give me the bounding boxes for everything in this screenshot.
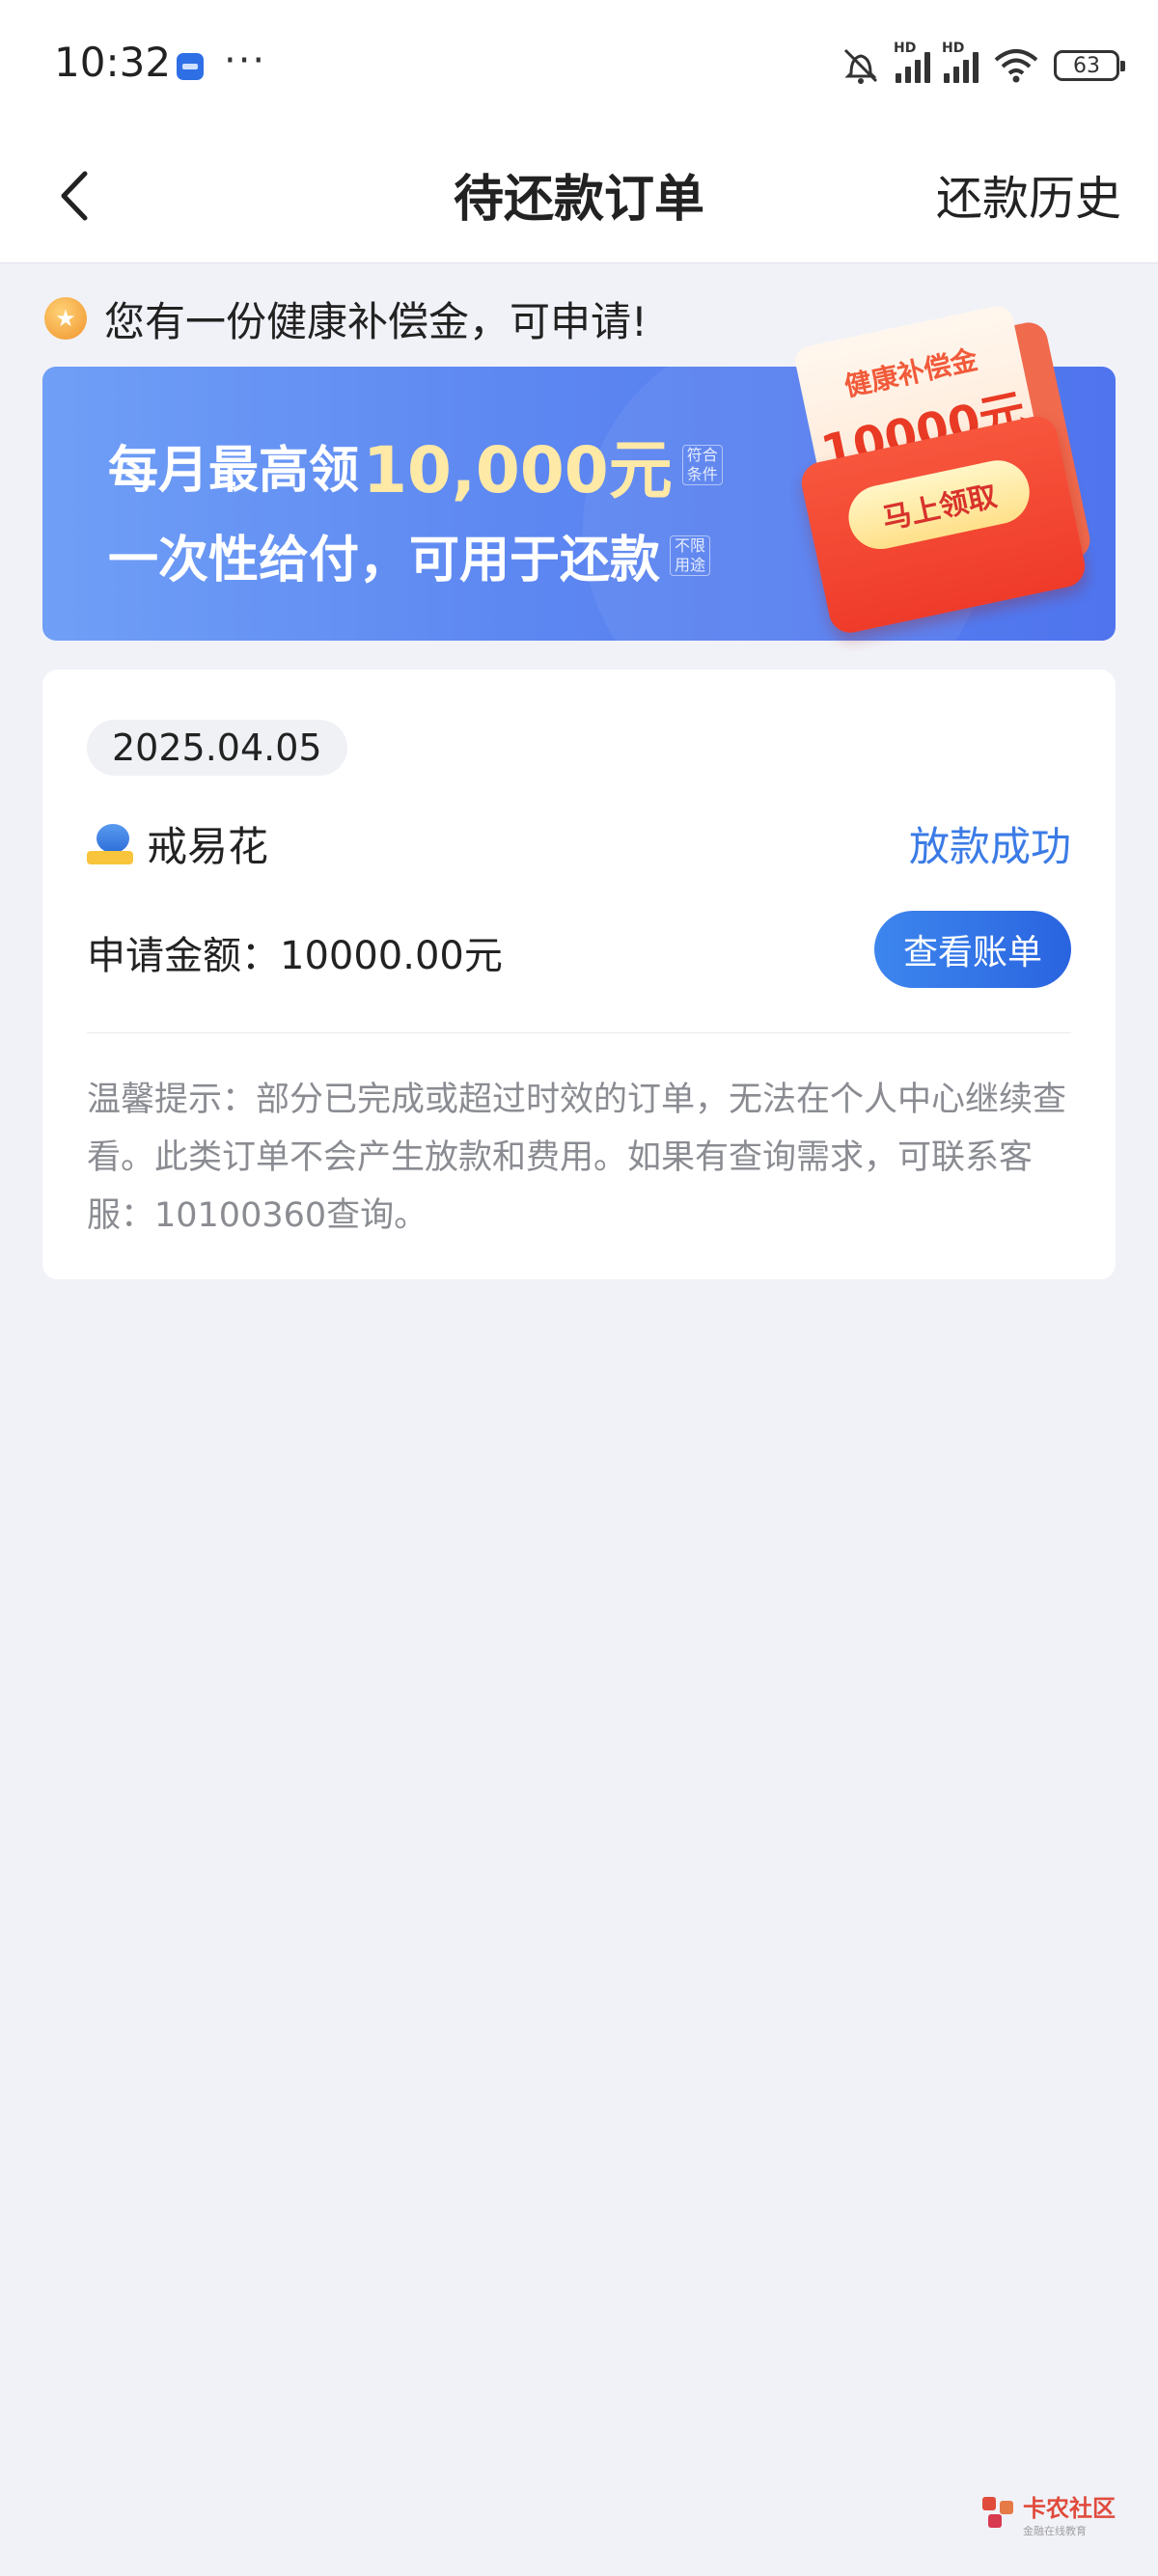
- product-row: 戒易花 放款成功: [87, 814, 1071, 874]
- battery-icon: 63: [1054, 50, 1125, 81]
- amount-row: 申请金额：10000.00元 查看账单: [87, 911, 1071, 988]
- product-name: 戒易花: [147, 823, 269, 870]
- signal-1-icon: HD: [894, 41, 930, 83]
- divider: [87, 1032, 1071, 1033]
- more-notifications-icon: ···: [224, 39, 267, 83]
- view-bill-button[interactable]: 查看账单: [874, 911, 1071, 988]
- order-card: 2025.04.05 戒易花 放款成功 申请金额：10000.00元 查看账单 …: [42, 670, 1116, 1279]
- warm-tip: 温馨提示：部分已完成或超过时效的订单，无法在个人中心继续查看。此类订单不会产生放…: [87, 1081, 1067, 1235]
- app-notification-icon: [177, 53, 204, 80]
- watermark-sub: 金融在线教育: [1023, 2525, 1087, 2537]
- banner-prefix: 每月最高领: [108, 441, 360, 500]
- nav-header: 待还款订单 还款历史: [0, 125, 1158, 263]
- status-icons: HD HD 63: [840, 37, 1125, 95]
- order-date: 2025.04.05: [87, 720, 347, 776]
- compensation-notice[interactable]: ★ 您有一份健康补偿金，可申请!: [44, 289, 648, 347]
- banner-tag-eligible: 符合条件: [681, 445, 723, 485]
- banner-amount: 10,000元: [363, 433, 673, 507]
- apply-amount: 申请金额：10000.00元: [87, 934, 503, 978]
- banner-line-2: 一次性给付，可用于还款 不限用途: [108, 519, 711, 591]
- order-status: 放款成功: [908, 823, 1071, 870]
- signal-2-icon: HD: [942, 41, 979, 83]
- watermark-name: 卡农社区: [1023, 2495, 1116, 2522]
- product-logo-icon: [87, 824, 133, 866]
- mute-icon: [843, 48, 878, 84]
- watermark-logo-icon: [982, 2496, 1017, 2532]
- claim-now-button[interactable]: 马上领取: [842, 454, 1035, 556]
- notice-text: 您有一份健康补偿金，可申请!: [104, 297, 648, 345]
- banner-line-1: 每月最高领 10,000元 符合条件: [108, 419, 723, 511]
- red-envelope[interactable]: 健康补偿金 10000元 马上领取: [782, 303, 1094, 642]
- watermark: 卡农社区 金融在线教育: [982, 2489, 1116, 2538]
- status-time: 10:32: [54, 39, 172, 86]
- star-coin-icon: ★: [44, 297, 87, 340]
- repayment-history-link[interactable]: 还款历史: [936, 160, 1121, 228]
- banner-tag-unlimited: 不限用途: [670, 534, 711, 576]
- banner-subtitle: 一次性给付，可用于还款: [108, 532, 661, 589]
- status-bar: 10:32 ··· HD HD 63: [0, 0, 1158, 125]
- wifi-icon: [994, 49, 1038, 83]
